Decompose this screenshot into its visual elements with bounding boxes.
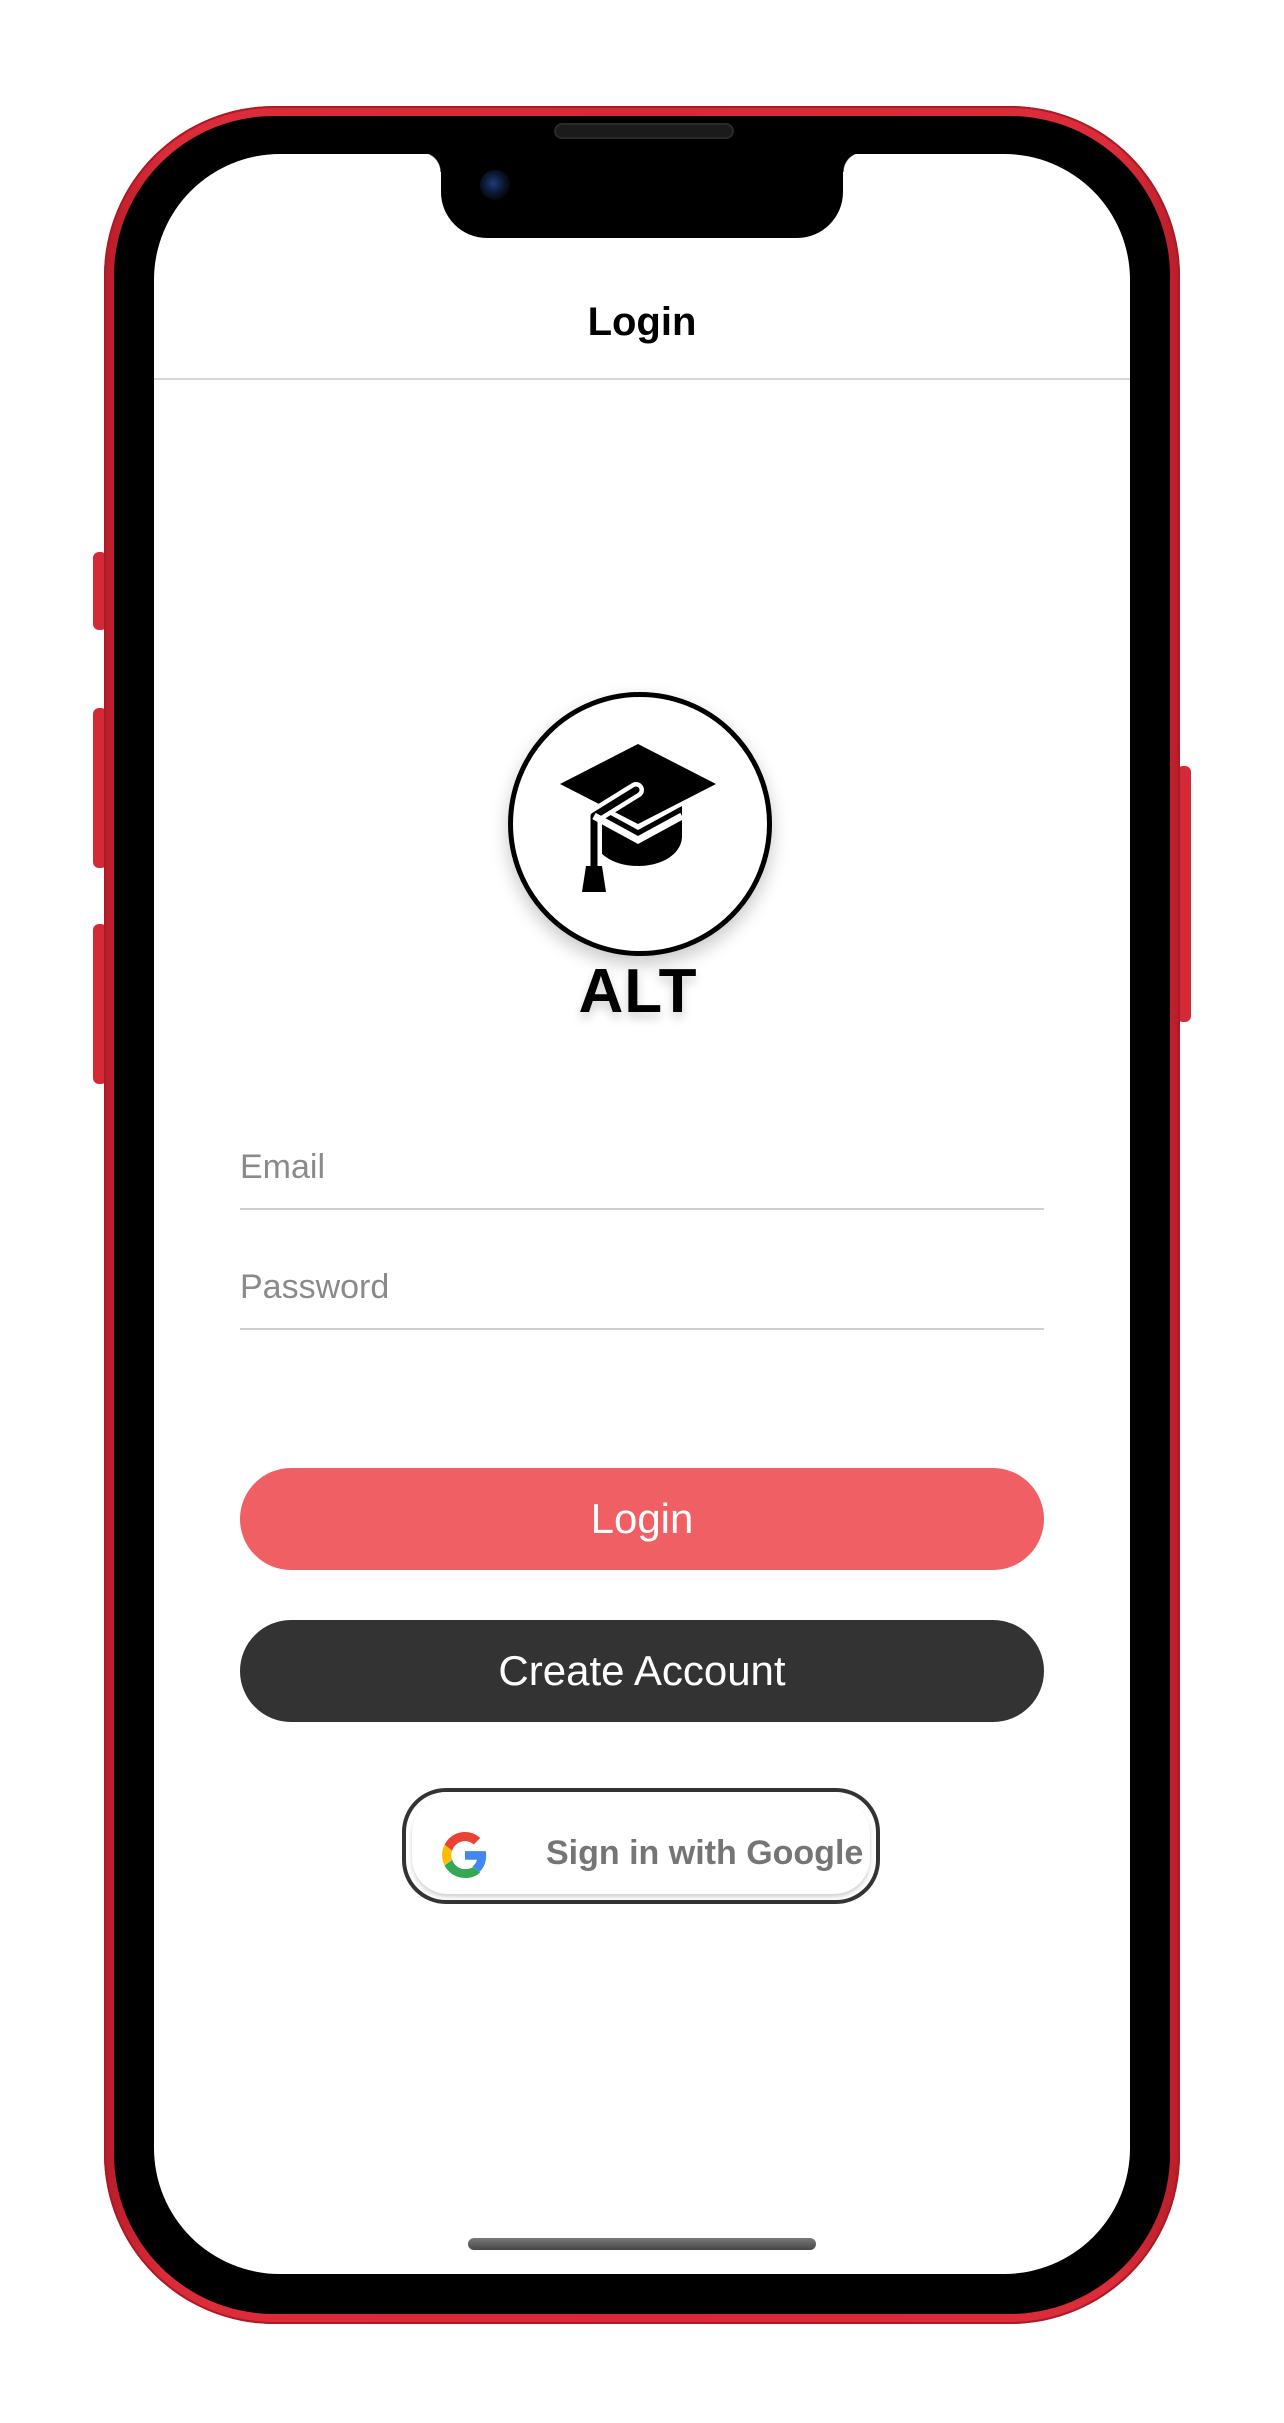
password-field[interactable] (240, 1246, 1044, 1330)
device-mockup: Login ALT Login Create Account (0, 0, 1284, 2423)
page-title: Login (587, 300, 697, 344)
app-logo: ALT (504, 688, 780, 1068)
earpiece-speaker (554, 123, 734, 139)
home-indicator[interactable] (468, 2238, 816, 2250)
email-field[interactable] (240, 1126, 1044, 1210)
google-button-surface: Sign in with Google (412, 1798, 870, 1894)
create-account-button[interactable]: Create Account (240, 1620, 1044, 1722)
email-input[interactable] (240, 1126, 1044, 1208)
app-screen: Login ALT Login Create Account (154, 154, 1130, 2274)
logo-wordmark: ALT (578, 957, 698, 1026)
password-input[interactable] (240, 1246, 1044, 1328)
login-button-label: Login (590, 1495, 694, 1542)
create-account-button-label: Create Account (498, 1647, 786, 1694)
login-button[interactable]: Login (240, 1468, 1044, 1570)
graduation-cap-icon (560, 744, 716, 892)
google-sign-in-button[interactable]: Sign in with Google (402, 1788, 880, 1904)
google-button-label: Sign in with Google (546, 1834, 864, 1872)
navigation-bar: Login (154, 274, 1130, 380)
front-camera-icon (480, 170, 510, 200)
google-icon (442, 1832, 487, 1878)
